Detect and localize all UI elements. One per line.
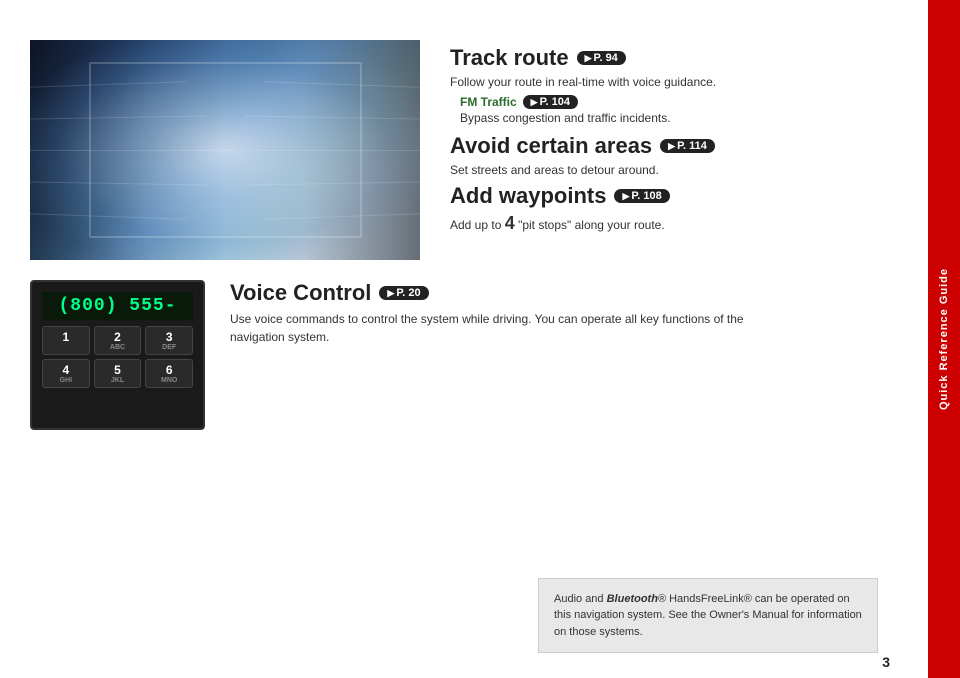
phone-key-5: 5JKL <box>94 359 142 388</box>
phone-keys: 1 2ABC 3DEF 4GHI 5JKL 6MNO <box>42 326 193 388</box>
voice-control-badge: P. 20 <box>379 286 428 300</box>
add-waypoints-heading: Add waypoints P. 108 <box>450 183 908 209</box>
tunnel-lines <box>30 40 420 260</box>
phone-key-1: 1 <box>42 326 90 355</box>
add-waypoints-badge: P. 108 <box>614 189 669 203</box>
sidebar-tab-label: Quick Reference Guide <box>938 268 950 410</box>
voice-control-desc: Use voice commands to control the system… <box>230 310 780 346</box>
add-waypoints-title: Add waypoints <box>450 183 606 209</box>
tunnel-image <box>30 40 420 260</box>
voice-control-title: Voice Control <box>230 280 371 306</box>
avoid-areas-section: Avoid certain areas P. 114 Set streets a… <box>450 133 908 177</box>
add-waypoints-desc: Add up to 4 "pit stops" along your route… <box>450 213 908 234</box>
track-route-section: Track route P. 94 Follow your route in r… <box>450 45 908 125</box>
bottom-section: (800) 555- 1 2ABC 3DEF 4GHI 5JKL 6MNO Vo… <box>30 280 908 430</box>
phone-key-6: 6MNO <box>145 359 193 388</box>
top-section: Track route P. 94 Follow your route in r… <box>30 40 908 260</box>
bottom-note-start: Audio and <box>554 593 607 605</box>
bypass-line: Bypass congestion and traffic incidents. <box>460 111 908 125</box>
bottom-note: Audio and Bluetooth® HandsFreeLink® can … <box>538 578 878 654</box>
voice-control-heading: Voice Control P. 20 <box>230 280 908 306</box>
fm-traffic-line: FM Traffic P. 104 <box>460 95 908 109</box>
fm-traffic-badge: P. 104 <box>523 95 578 109</box>
add-waypoints-section: Add waypoints P. 108 Add up to 4 "pit st… <box>450 183 908 234</box>
phone-key-4: 4GHI <box>42 359 90 388</box>
phone-display: (800) 555- <box>42 292 193 320</box>
phone-image: (800) 555- 1 2ABC 3DEF 4GHI 5JKL 6MNO <box>30 280 205 430</box>
avoid-areas-desc: Set streets and areas to detour around. <box>450 163 908 177</box>
phone-key-2: 2ABC <box>94 326 142 355</box>
right-content: Track route P. 94 Follow your route in r… <box>450 40 908 260</box>
phone-key-3: 3DEF <box>145 326 193 355</box>
track-route-title: Track route <box>450 45 569 71</box>
avoid-areas-heading: Avoid certain areas P. 114 <box>450 133 908 159</box>
track-route-heading: Track route P. 94 <box>450 45 908 71</box>
avoid-areas-title: Avoid certain areas <box>450 133 652 159</box>
voice-content: Voice Control P. 20 Use voice commands t… <box>230 280 908 352</box>
fm-traffic-label: FM Traffic <box>460 95 517 109</box>
bluetooth-label: Bluetooth <box>607 593 658 605</box>
avoid-areas-badge: P. 114 <box>660 139 715 153</box>
track-route-badge: P. 94 <box>577 51 626 65</box>
sidebar-tab: Quick Reference Guide <box>928 0 960 678</box>
track-route-desc: Follow your route in real-time with voic… <box>450 75 908 89</box>
main-content: Track route P. 94 Follow your route in r… <box>0 0 928 678</box>
page-number: 3 <box>882 654 890 670</box>
